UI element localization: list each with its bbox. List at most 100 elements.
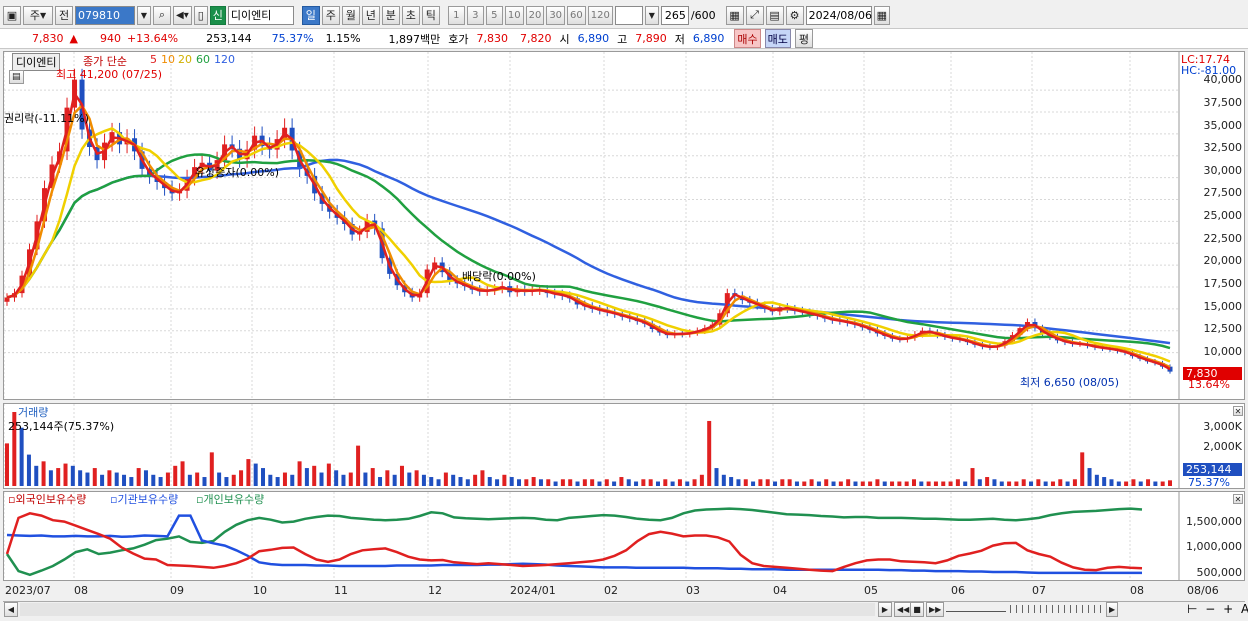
price-tick-22500: 22,500	[1203, 232, 1243, 245]
tab-second[interactable]: 초	[401, 5, 420, 25]
table-toggle-icon[interactable]: ▤	[9, 70, 24, 84]
interval-5[interactable]: 5	[485, 5, 503, 25]
volume-bar	[224, 477, 229, 486]
volume-bar	[122, 474, 127, 486]
ma-line-20	[6, 127, 1171, 363]
volume-bar	[707, 420, 712, 486]
volume-bar	[860, 481, 865, 486]
volume-bar	[831, 481, 836, 486]
stop-icon[interactable]: ■	[910, 602, 924, 617]
scroll-right-icon[interactable]: ▶	[878, 602, 892, 617]
volume-bar	[1168, 480, 1172, 486]
volume-bar	[100, 474, 105, 486]
tab-minute[interactable]: 분	[381, 5, 400, 25]
volume-bar	[663, 479, 668, 486]
interval-custom-input[interactable]	[614, 5, 643, 25]
volume-bar	[34, 465, 39, 486]
view-controls-icon[interactable]: ⊢ − + A	[1187, 602, 1248, 616]
search-icon[interactable]: ⌕	[153, 5, 171, 25]
holdings-close-icon[interactable]: ✕	[1233, 494, 1243, 504]
volume-bar	[143, 470, 148, 486]
ask-price: 7,830	[476, 32, 509, 45]
volume-bar	[1153, 481, 1158, 486]
buy-button[interactable]: 매수	[734, 29, 761, 48]
volume-bar	[612, 481, 617, 486]
volume-bar	[385, 470, 390, 486]
average-button[interactable]: 평	[794, 29, 813, 48]
indicator-icon[interactable]: ▦	[725, 5, 744, 25]
drawing-icon[interactable]: ⤢	[745, 5, 764, 25]
period-type-select[interactable]: 주 ▼	[23, 5, 53, 25]
zoom-end-icon[interactable]: ▶	[1106, 602, 1119, 617]
volume-bar	[685, 481, 690, 486]
price-tick-30000: 30,000	[1203, 164, 1243, 177]
stock-code-input[interactable]: 079810	[75, 5, 135, 25]
x-tick-last-date: 08/06	[1187, 584, 1219, 597]
interval-3[interactable]: 3	[466, 5, 484, 25]
interval-120[interactable]: 120	[587, 5, 613, 25]
prev-button[interactable]: 전	[55, 5, 73, 25]
volume-bar	[85, 472, 90, 486]
volume-bar	[1058, 479, 1063, 486]
volume-bar	[890, 481, 895, 486]
tab-weekly[interactable]: 주	[321, 5, 340, 25]
high-label: 고	[617, 32, 628, 46]
x-tick-06: 06	[951, 584, 965, 597]
volume-bar	[202, 477, 207, 486]
volume-bar	[1146, 479, 1151, 486]
volume-bar	[758, 479, 763, 486]
zoom-ruler[interactable]	[946, 606, 1006, 612]
volume-bar	[158, 477, 163, 486]
volume-bar	[1065, 481, 1070, 486]
price-chart-svg	[4, 52, 1180, 399]
ex-dividend-annotation: 배당락(0.00%)	[462, 270, 536, 283]
volume-bar	[487, 477, 492, 486]
interval-60[interactable]: 60	[567, 5, 586, 25]
stock-name-tag: 디이엔티	[12, 53, 61, 71]
sell-button[interactable]: 매도	[764, 29, 791, 48]
volume-ratio: 75.37%	[271, 32, 314, 45]
tab-daily[interactable]: 일	[301, 5, 320, 25]
x-tick-05: 05	[864, 584, 878, 597]
volume-bar	[948, 481, 953, 486]
interval-30[interactable]: 30	[546, 5, 566, 25]
tab-yearly[interactable]: 년	[361, 5, 380, 25]
speaker-icon[interactable]: ◀▾	[173, 5, 192, 25]
interval-20[interactable]: 20	[525, 5, 545, 25]
volume-bar	[597, 481, 602, 486]
volume-tick-3000k: 3,000K	[1203, 420, 1242, 433]
volume-close-icon[interactable]: ✕	[1233, 406, 1243, 416]
volume-bar	[853, 481, 858, 486]
scroll-track[interactable]	[20, 603, 875, 616]
high-price: 7,890	[635, 32, 667, 45]
volume-bar	[48, 470, 53, 486]
toggle-icon[interactable]: ▯	[193, 5, 208, 25]
tab-tick[interactable]: 틱	[421, 5, 440, 25]
volume-bar	[165, 472, 170, 486]
code-dropdown-icon[interactable]: ▼	[137, 5, 151, 25]
interval-10[interactable]: 10	[504, 5, 524, 25]
volume-bar	[458, 477, 463, 486]
volume-bar	[136, 468, 141, 486]
interval-1[interactable]: 1	[447, 5, 465, 25]
date-input[interactable]: 2024/08/06	[805, 5, 872, 25]
scroll-left-icon[interactable]: ◀	[4, 602, 18, 617]
play-icon[interactable]: ▶▶	[926, 602, 945, 617]
price-tick-12500: 12,500	[1203, 322, 1243, 335]
volume-current-marker: 253,144	[1183, 463, 1242, 476]
volume-bar	[765, 479, 770, 486]
save-icon[interactable]: ▤	[765, 5, 784, 25]
zoom-slider[interactable]	[1010, 605, 1105, 613]
volume-bar	[1094, 474, 1099, 486]
interval-dropdown-icon[interactable]: ▼	[644, 5, 659, 25]
settings-gear-icon[interactable]: ⚙	[785, 5, 804, 25]
chart-grid-icon[interactable]: ▣	[3, 5, 21, 25]
change-amount: 940	[99, 32, 121, 45]
volume-bar	[1109, 479, 1114, 486]
calendar-icon[interactable]: ▦	[873, 5, 890, 25]
count-input[interactable]: 265	[660, 5, 689, 25]
volume-bar	[107, 470, 112, 486]
tab-monthly[interactable]: 월	[341, 5, 360, 25]
volume-bar	[180, 461, 185, 486]
holdings-tick-1000000: 1,000,000	[1186, 540, 1242, 553]
